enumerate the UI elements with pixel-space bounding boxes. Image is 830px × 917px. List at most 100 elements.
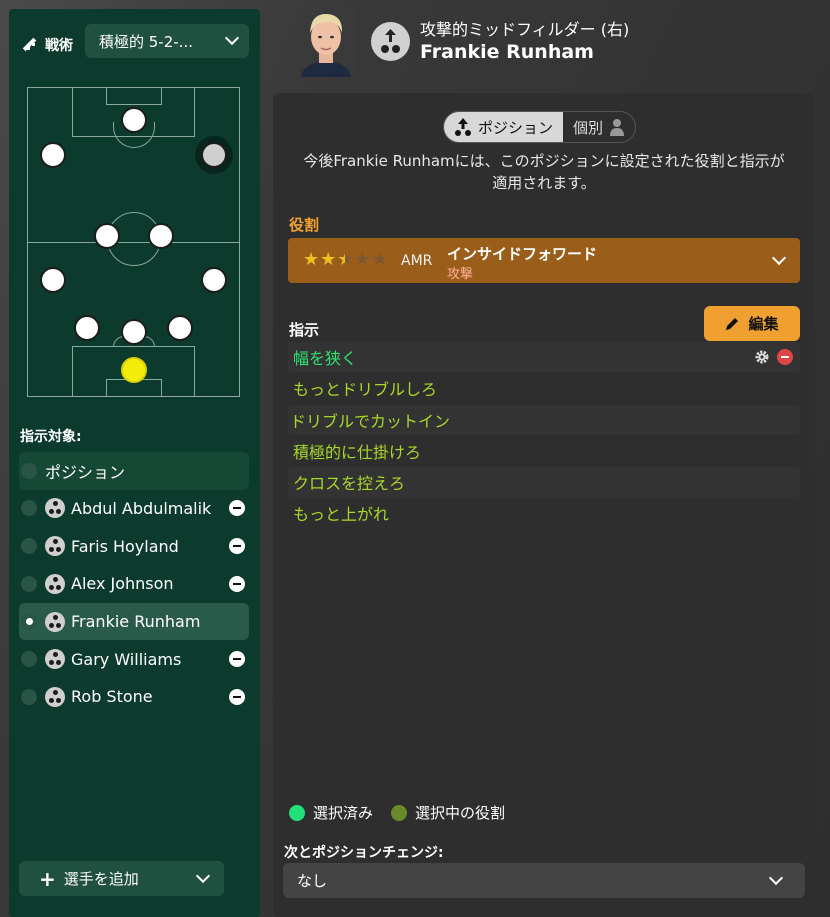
target-item-position[interactable]: ポジション xyxy=(19,452,249,490)
role-dropdown[interactable]: ★ ★ ★ ★ ★ AMR インサイドフォワード 攻撃 xyxy=(288,238,800,283)
remove-icon[interactable] xyxy=(229,651,245,668)
instruction-item[interactable]: もっとドリブルしろ xyxy=(288,373,800,403)
chevron-down-icon xyxy=(224,30,240,46)
position-icon xyxy=(455,118,471,136)
target-section-title: 指示対象: xyxy=(20,429,82,445)
chevron-down-icon xyxy=(195,868,211,883)
player-role-icon xyxy=(45,498,65,519)
target-item-player[interactable]: Alex Johnson xyxy=(19,565,249,603)
tactics-select-value: 積極的 5-2-... xyxy=(99,32,193,51)
pitch-top-6yd xyxy=(106,88,162,105)
next-position-value: なし xyxy=(297,872,328,890)
tactics-label-text: 戦術 xyxy=(45,38,73,54)
radio-button[interactable] xyxy=(21,575,37,592)
legend: 選択済み 選択中の役割 xyxy=(289,802,505,823)
role-rating: ★ ★ ★ ★ ★ xyxy=(303,250,388,270)
role-section-label: 役割 xyxy=(289,216,320,234)
pitch-player-dcl[interactable] xyxy=(74,315,100,341)
instruction-item[interactable]: ドリブルでカットイン xyxy=(288,405,800,435)
tab-individual-label: 個別 xyxy=(573,118,604,137)
radio-button[interactable] xyxy=(21,651,37,668)
player-role-icon xyxy=(45,686,65,707)
remove-icon[interactable] xyxy=(229,688,245,705)
instruction-label: 幅を狭く xyxy=(293,349,358,368)
pitch-player-gk[interactable] xyxy=(121,357,147,383)
chevron-down-icon xyxy=(771,250,787,266)
star-empty-icon: ★ xyxy=(371,249,388,270)
target-item-player-selected[interactable]: Frankie Runham xyxy=(19,602,249,641)
remove-icon[interactable] xyxy=(777,349,793,365)
pitch-player-dc[interactable] xyxy=(121,319,147,345)
instruction-item[interactable]: クロスを控えろ xyxy=(288,467,800,497)
target-item-label: Alex Johnson xyxy=(71,574,174,594)
tactics-pitch[interactable] xyxy=(27,87,240,397)
instructions-section-label: 指示 xyxy=(289,321,320,339)
target-item-player[interactable]: Rob Stone xyxy=(19,678,249,716)
info-text-line2: 適用されます。 xyxy=(492,174,596,192)
player-position-title: 攻撃的ミッドフィルダー (右) xyxy=(420,20,630,39)
instruction-item[interactable]: 積極的に仕掛けろ xyxy=(288,436,800,466)
gear-icon[interactable] xyxy=(754,349,770,365)
role-position-code: AMR xyxy=(401,253,433,269)
role-name: インサイドフォワード xyxy=(447,245,598,263)
add-player-label: 選手を追加 xyxy=(63,870,139,888)
add-player-button[interactable]: + 選手を追加 xyxy=(19,861,224,896)
instruction-item[interactable]: もっと上がれ xyxy=(288,498,800,528)
target-item-player[interactable]: Faris Hoyland xyxy=(19,527,249,565)
legend-role-swatch xyxy=(391,804,408,821)
player-role-icon xyxy=(45,573,65,594)
next-position-label: 次とポジションチェンジ: xyxy=(284,845,444,861)
tab-individual[interactable]: 個別 xyxy=(563,112,635,142)
radio-button[interactable] xyxy=(21,538,37,555)
pitch-player-wbr[interactable] xyxy=(201,267,227,293)
target-mode-toggle: ポジション 個別 xyxy=(443,111,637,143)
target-list: ポジション Abdul Abdulmalik Faris Hoyland Ale… xyxy=(19,452,249,716)
star-full-icon: ★ xyxy=(320,249,337,270)
radio-button[interactable] xyxy=(21,500,37,517)
legend-selected-label: 選択済み xyxy=(313,804,374,822)
player-role-icon xyxy=(45,536,65,557)
radio-button[interactable] xyxy=(21,688,37,705)
target-item-player[interactable]: Gary Williams xyxy=(19,640,249,678)
position-role-icon xyxy=(371,22,410,61)
edit-button-label: 編集 xyxy=(748,315,779,333)
left-panel: 戦術 積極的 5-2-... 指示対象: ポジション Abdul Abdulma… xyxy=(9,9,260,917)
person-icon xyxy=(610,119,625,136)
target-item-label: Faris Hoyland xyxy=(71,536,179,556)
pitch-player-amr[interactable] xyxy=(201,142,227,168)
pitch-player-aml[interactable] xyxy=(40,142,66,168)
player-role-icon xyxy=(45,649,65,670)
pitch-player-mcr[interactable] xyxy=(148,223,174,249)
pitch-player-dcr[interactable] xyxy=(167,315,193,341)
tactics-select[interactable]: 積極的 5-2-... xyxy=(85,24,249,58)
target-item-player[interactable]: Abdul Abdulmalik xyxy=(19,490,249,528)
remove-icon[interactable] xyxy=(229,575,245,592)
pitch-player-mcl[interactable] xyxy=(94,223,120,249)
pencil-icon xyxy=(726,318,739,330)
radio-button[interactable] xyxy=(21,462,37,479)
target-item-label: Frankie Runham xyxy=(71,612,201,631)
remove-icon[interactable] xyxy=(229,538,245,555)
instruction-label: もっとドリブルしろ xyxy=(293,380,438,399)
instruction-item-selected[interactable]: 幅を狭く xyxy=(288,342,800,372)
tab-position[interactable]: ポジション xyxy=(444,112,564,142)
remove-icon[interactable] xyxy=(229,500,245,517)
radio-button-selected[interactable] xyxy=(21,613,37,630)
pitch-player-wbl[interactable] xyxy=(40,267,66,293)
target-item-label: ポジション xyxy=(45,462,126,482)
next-position-dropdown[interactable]: なし xyxy=(283,863,805,898)
instruction-label: もっと上がれ xyxy=(293,505,390,524)
star-full-icon: ★ xyxy=(303,249,320,270)
player-avatar xyxy=(297,7,355,77)
instruction-label: ドリブルでカットイン xyxy=(290,412,451,431)
plus-icon: + xyxy=(39,866,56,891)
player-name: Frankie Runham xyxy=(420,41,594,63)
legend-selected-swatch xyxy=(289,804,305,821)
instruction-label: クロスを控えろ xyxy=(293,474,406,493)
tactics-icon xyxy=(22,37,37,52)
edit-button[interactable]: 編集 xyxy=(704,306,800,341)
info-text: 今後Frankie Runhamには、このポジションに設定された役割と指示が 適… xyxy=(273,150,815,194)
pitch-player-st[interactable] xyxy=(121,107,147,133)
player-role-icon xyxy=(45,611,65,632)
target-item-label: Abdul Abdulmalik xyxy=(71,498,212,518)
